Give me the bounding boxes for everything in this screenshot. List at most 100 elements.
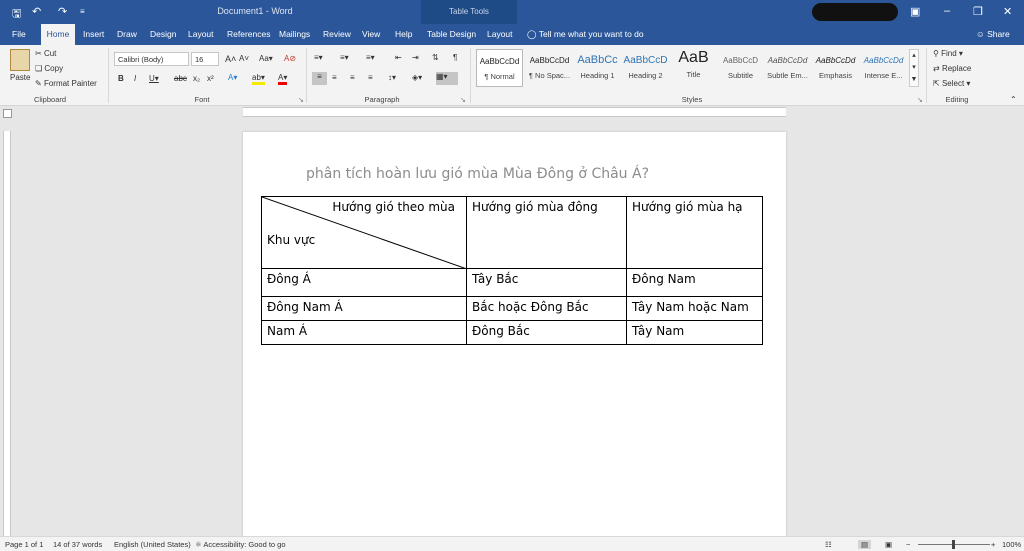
table-cell[interactable]: Tây Bắc xyxy=(466,268,627,297)
numbering-icon[interactable]: ≡▾ xyxy=(340,53,349,62)
minimize-icon[interactable]: – xyxy=(944,5,950,17)
align-right-icon[interactable]: ≡ xyxy=(350,73,355,82)
subscript-icon[interactable]: x₂ xyxy=(193,74,200,83)
style-heading-2[interactable]: AaBbCcD Heading 2 xyxy=(622,49,669,87)
header-winter-wind[interactable]: Hướng gió mùa đông xyxy=(466,196,627,269)
table-cell[interactable]: Đông Bắc xyxy=(466,320,627,345)
tab-selector[interactable] xyxy=(3,109,12,118)
multilevel-list-icon[interactable]: ≡▾ xyxy=(366,53,375,62)
find-button[interactable]: ⚲ Find ▾ xyxy=(933,49,963,58)
font-size-select[interactable]: 16 xyxy=(191,52,219,66)
paste-icon[interactable] xyxy=(10,49,30,71)
accessibility-status[interactable]: ⚛ Accessibility: Good to go xyxy=(195,540,286,549)
styles-dialog-launcher-icon[interactable]: ↘ xyxy=(917,96,923,104)
shading-icon[interactable]: ◈▾ xyxy=(412,73,422,82)
focus-mode-icon[interactable]: ☷ xyxy=(825,540,832,549)
style-normal[interactable]: AaBbCcDd ¶ Normal xyxy=(476,49,523,87)
share-button[interactable]: ☺ Share xyxy=(976,29,1010,39)
web-layout-icon[interactable]: ▣ xyxy=(885,540,892,549)
style-title[interactable]: AaB Title xyxy=(670,49,717,87)
style-emphasis[interactable]: AaBbCcDd Emphasis xyxy=(812,49,859,87)
font-color-icon[interactable]: A▾ xyxy=(278,73,288,85)
sort-icon[interactable]: ⇅ xyxy=(432,53,439,62)
language-indicator[interactable]: English (United States) xyxy=(114,540,191,549)
grow-font-icon[interactable]: A˄ xyxy=(225,54,236,64)
copy-button[interactable]: ❏ Copy xyxy=(35,64,63,73)
superscript-icon[interactable]: x² xyxy=(207,74,214,83)
tab-table-layout[interactable]: Layout xyxy=(487,29,513,39)
restore-icon[interactable]: ❐ xyxy=(973,5,983,18)
zoom-slider-thumb[interactable] xyxy=(952,540,955,549)
tab-layout[interactable]: Layout xyxy=(188,29,214,39)
style-intense-emphasis[interactable]: AaBbCcDd Intense E... xyxy=(860,49,907,87)
zoom-level[interactable]: 100% xyxy=(1002,540,1021,549)
tab-home[interactable]: Home xyxy=(41,24,75,45)
header-summer-wind[interactable]: Hướng gió mùa hạ xyxy=(626,196,763,269)
tab-file[interactable]: File xyxy=(12,29,26,39)
paragraph-dialog-launcher-icon[interactable]: ↘ xyxy=(460,96,466,104)
select-icon: ⇱ xyxy=(933,79,940,88)
align-left-icon[interactable]: ≡ xyxy=(312,72,327,85)
collapse-ribbon-icon[interactable]: ⌃ xyxy=(1010,95,1017,104)
paste-button[interactable]: Paste xyxy=(10,73,30,82)
font-dialog-launcher-icon[interactable]: ↘ xyxy=(298,96,304,104)
italic-icon[interactable]: I xyxy=(134,74,136,83)
tab-mailings[interactable]: Mailings xyxy=(279,29,310,39)
style-subtle-emphasis[interactable]: AaBbCcDd Subtle Em... xyxy=(764,49,811,87)
line-spacing-icon[interactable]: ↕▾ xyxy=(388,73,396,82)
table-cell[interactable]: Tây Nam xyxy=(626,320,763,345)
tell-me-search[interactable]: ◯ Tell me what you want to do xyxy=(527,29,644,40)
borders-icon[interactable]: ▦▾ xyxy=(436,72,458,85)
horizontal-ruler[interactable] xyxy=(243,107,786,117)
tab-references[interactable]: References xyxy=(227,29,270,39)
diagonal-header-cell[interactable]: Hướng gió theo mùa Khu vực xyxy=(261,196,467,269)
word-count[interactable]: 14 of 37 words xyxy=(53,540,102,549)
bullets-icon[interactable]: ≡▾ xyxy=(314,53,323,62)
lightbulb-icon: ◯ xyxy=(527,29,537,39)
tab-review[interactable]: Review xyxy=(323,29,351,39)
change-case-icon[interactable]: Aa▾ xyxy=(259,54,273,63)
table-cell[interactable]: Đông Nam Á xyxy=(261,296,467,321)
print-layout-icon[interactable]: ▤ xyxy=(858,540,872,549)
decrease-indent-icon[interactable]: ⇤ xyxy=(395,53,402,62)
wind-direction-table[interactable]: Hướng gió theo mùa Khu vực Hướng gió mùa… xyxy=(261,196,763,345)
align-center-icon[interactable]: ≡ xyxy=(332,73,337,82)
shrink-font-icon[interactable]: A˅ xyxy=(239,54,249,63)
zoom-in-icon[interactable]: + xyxy=(991,540,995,549)
replace-button[interactable]: ⇄ Replace xyxy=(933,64,971,73)
increase-indent-icon[interactable]: ⇥ xyxy=(412,53,419,62)
styles-gallery-scroll[interactable]: ▴ ▾ ▼ xyxy=(909,49,919,87)
text-effects-icon[interactable]: A▾ xyxy=(228,73,237,82)
style-subtitle[interactable]: AaBbCcD Subtitle xyxy=(717,49,764,87)
ribbon-display-options-icon[interactable]: ▣ xyxy=(910,5,920,18)
tab-help[interactable]: Help xyxy=(395,29,412,39)
cut-button[interactable]: ✂ Cut xyxy=(35,49,56,58)
show-marks-icon[interactable]: ¶ xyxy=(453,53,457,62)
table-cell[interactable]: Tây Nam hoặc Nam xyxy=(626,296,763,321)
format-painter-button[interactable]: ✎ Format Painter xyxy=(35,79,97,88)
tab-insert[interactable]: Insert xyxy=(83,29,104,39)
strikethrough-icon[interactable]: abc xyxy=(174,74,187,83)
vertical-ruler[interactable] xyxy=(3,131,11,536)
font-family-select[interactable]: Calibri (Body) xyxy=(114,52,189,66)
zoom-out-icon[interactable]: − xyxy=(906,540,910,549)
page-count[interactable]: Page 1 of 1 xyxy=(5,540,43,549)
table-cell[interactable]: Đông Nam xyxy=(626,268,763,297)
highlight-icon[interactable]: ab▾ xyxy=(252,73,265,85)
tab-table-design[interactable]: Table Design xyxy=(427,29,476,39)
justify-icon[interactable]: ≡ xyxy=(368,73,373,82)
underline-icon[interactable]: U▾ xyxy=(149,74,159,83)
tab-draw[interactable]: Draw xyxy=(117,29,137,39)
tab-design[interactable]: Design xyxy=(150,29,176,39)
close-icon[interactable]: ✕ xyxy=(1003,5,1012,18)
document-heading[interactable]: phân tích hoàn lưu gió mùa Mùa Đông ở Ch… xyxy=(306,166,649,182)
table-cell[interactable]: Nam Á xyxy=(261,320,467,345)
style-no-spacing[interactable]: AaBbCcDd ¶ No Spac... xyxy=(526,49,573,87)
table-cell[interactable]: Bắc hoặc Đông Bắc xyxy=(466,296,627,321)
select-button[interactable]: ⇱ Select ▾ xyxy=(933,79,970,88)
table-cell[interactable]: Đông Á xyxy=(261,268,467,297)
tab-view[interactable]: View xyxy=(362,29,380,39)
clear-formatting-icon[interactable]: A⊘ xyxy=(284,54,296,63)
bold-icon[interactable]: B xyxy=(118,74,124,83)
style-heading-1[interactable]: AaBbCc Heading 1 xyxy=(574,49,621,87)
